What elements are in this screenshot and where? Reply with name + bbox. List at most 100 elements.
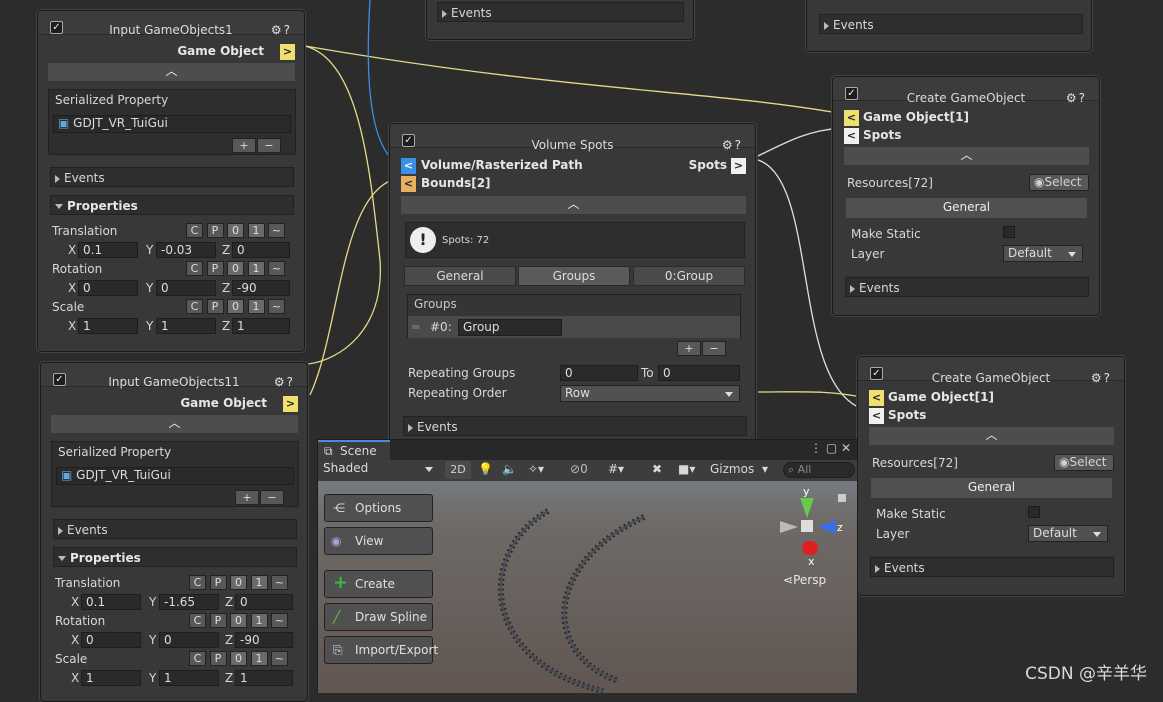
remove-button[interactable]: − [260,490,284,505]
gizmos-dropdown[interactable]: Gizmos [710,462,754,476]
lighting-icon[interactable]: 💡 [478,462,493,476]
draw-spline-button[interactable]: ╱ Draw Spline [324,603,433,631]
events-foldout[interactable]: Events [833,18,874,32]
transform-btn-p[interactable]: P [209,651,227,666]
transform-btn-t[interactable]: ~ [268,299,285,314]
gizmo-center[interactable] [801,520,813,532]
output-port-spots[interactable]: > [731,158,746,174]
repeating-from-field[interactable]: 0 [560,365,638,381]
node-create-gameobject-2[interactable]: ✓ Create GameObject ⚙? < Game Object[1] … [857,356,1125,596]
sz-field[interactable]: 1 [235,670,293,686]
transform-btn-1[interactable]: 1 [250,613,268,628]
grid-icon[interactable]: #▾ [608,462,624,476]
events-foldout[interactable]: Events [67,523,108,537]
tools-icon[interactable]: ✖ [652,462,662,476]
import-export-button[interactable]: ⎘ Import/Export [324,636,438,664]
gear-help-icons[interactable]: ⚙? [1066,91,1087,105]
transform-btn-0[interactable]: 0 [230,651,247,666]
sz-field[interactable]: 1 [232,318,290,334]
add-button[interactable]: + [235,490,259,505]
remove-button[interactable]: − [257,138,281,153]
events-foldout[interactable]: Events [859,281,900,295]
collapse-button[interactable]: ︿ [48,63,295,81]
collapse-button[interactable]: ︿ [51,415,298,433]
transform-btn-t[interactable]: ~ [268,223,285,238]
tab-group0[interactable]: 0:Group [633,266,745,286]
events-foldout[interactable]: Events [417,420,458,434]
gizmos-arrow-icon[interactable]: ▾ [762,462,768,476]
sy-field[interactable]: 1 [156,318,216,334]
axis-y-cone[interactable] [800,498,814,518]
input-port-spots[interactable]: < [844,128,859,144]
transform-btn-p[interactable]: P [206,261,224,276]
tx-field[interactable]: 0.1 [81,594,141,610]
tx-field[interactable]: 0.1 [78,242,138,258]
hidden-objects-icon[interactable]: ⊘0 [570,462,588,476]
gizmo-lock[interactable] [838,494,846,502]
search-input[interactable]: ⌕ All [783,462,855,478]
scene-window[interactable]: ⧉ Scene ⋮ ▢ ✕ Shaded 2D 💡 🔈 ✧▾ ⊘0 #▾ ✖ ■… [317,439,858,693]
transform-btn-t[interactable]: ~ [271,651,288,666]
transform-btn-c[interactable]: C [186,261,203,276]
transform-btn-1[interactable]: 1 [247,299,265,314]
make-static-checkbox[interactable] [1028,506,1040,518]
ty-field[interactable]: -0.03 [156,242,216,258]
options-button[interactable]: ⋲ Options [324,494,433,522]
transform-btn-0[interactable]: 0 [227,299,244,314]
window-menu-icons[interactable]: ⋮ ▢ ✕ [810,441,851,455]
transform-btn-p[interactable]: P [209,575,227,590]
output-port[interactable]: > [283,396,298,412]
transform-btn-1[interactable]: 1 [250,651,268,666]
transform-btn-p[interactable]: P [206,299,224,314]
transform-btn-c[interactable]: C [186,299,203,314]
transform-btn-0[interactable]: 0 [227,223,244,238]
effects-icon[interactable]: ✧▾ [528,462,544,476]
make-static-checkbox[interactable] [1003,226,1015,238]
properties-foldout[interactable]: Properties [70,551,141,565]
ry-field[interactable]: 0 [159,632,219,648]
events-foldout[interactable]: Events [64,171,105,185]
transform-btn-c[interactable]: C [189,575,206,590]
gear-help-icons[interactable]: ⚙? [271,23,292,37]
rz-field[interactable]: -90 [232,280,290,296]
transform-btn-t[interactable]: ~ [268,261,285,276]
input-port-bounds[interactable]: < [401,176,416,192]
node-create-gameobject-1[interactable]: ✓ Create GameObject ⚙? < Game Object[1] … [832,76,1100,316]
collapse-button[interactable]: ︿ [401,196,746,214]
transform-btn-0[interactable]: 0 [230,613,247,628]
axis-z-cone[interactable] [818,520,836,534]
transform-btn-c[interactable]: C [189,613,206,628]
layer-dropdown[interactable]: Default [1028,525,1108,542]
tab-scene[interactable]: ⧉ Scene [318,440,390,460]
ry-field[interactable]: 0 [156,280,216,296]
select-button[interactable]: ◉Select [1029,174,1089,191]
input-port-gameobject[interactable]: < [869,390,884,406]
node-input-gameobjects11[interactable]: ✓ Input GameObjects11 ⚙? Game Object > ︿… [40,362,308,702]
create-button[interactable]: + Create [324,570,433,598]
add-button[interactable]: + [232,138,256,153]
repeating-order-dropdown[interactable]: Row [560,385,740,402]
select-button[interactable]: ◉Select [1054,454,1114,471]
transform-btn-p[interactable]: P [209,613,227,628]
collapse-button[interactable]: ︿ [844,147,1089,165]
audio-icon[interactable]: 🔈 [502,462,517,476]
transform-btn-1[interactable]: 1 [247,261,265,276]
rz-field[interactable]: -90 [235,632,293,648]
shading-dropdown[interactable]: Shaded [319,461,439,478]
transform-btn-t[interactable]: ~ [271,575,288,590]
sx-field[interactable]: 1 [78,318,138,334]
input-port-spots[interactable]: < [869,408,884,424]
tab-groups[interactable]: Groups [518,266,630,286]
rx-field[interactable]: 0 [78,280,138,296]
rx-field[interactable]: 0 [81,632,141,648]
node-volume-spots[interactable]: ✓ Volume Spots ⚙? < Volume/Rasterized Pa… [389,123,756,443]
transform-btn-0[interactable]: 0 [230,575,247,590]
input-port-gameobject[interactable]: < [844,110,859,126]
properties-foldout[interactable]: Properties [67,199,138,213]
ty-field[interactable]: -1.65 [159,594,219,610]
transform-btn-0[interactable]: 0 [227,261,244,276]
events-foldout[interactable]: Events [451,6,492,20]
collapse-button[interactable]: ︿ [869,427,1114,445]
gear-help-icons[interactable]: ⚙? [274,375,295,389]
axis-x-cone[interactable] [802,541,818,555]
